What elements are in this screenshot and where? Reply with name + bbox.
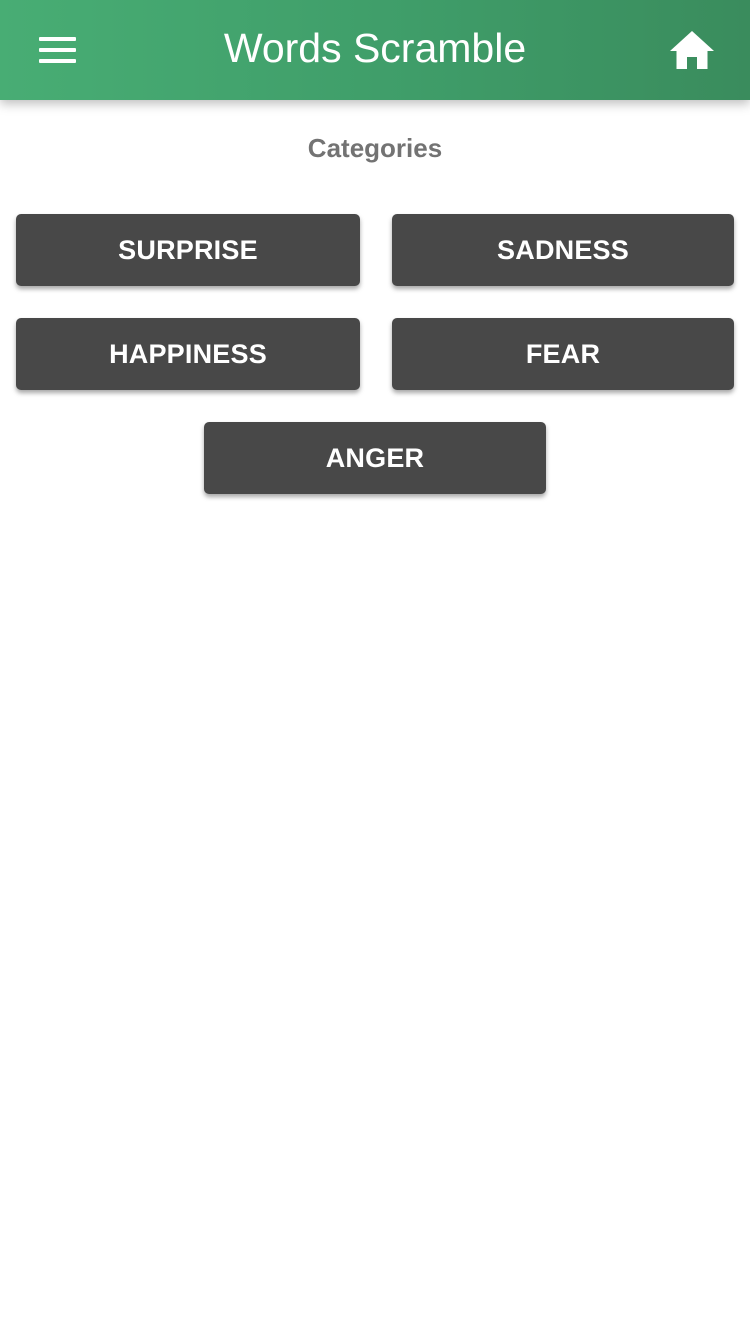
category-button-sadness[interactable]: SADNESS: [392, 214, 734, 286]
section-title: Categories: [307, 133, 443, 163]
menu-icon-line-1: [39, 37, 76, 41]
category-button-happiness[interactable]: HAPPINESS: [16, 318, 360, 390]
app-bar: Words Scramble: [0, 0, 750, 100]
menu-button[interactable]: [28, 28, 88, 72]
home-icon: [670, 31, 714, 69]
app-title: Words Scramble: [223, 25, 527, 71]
menu-icon-line-3: [39, 59, 76, 63]
home-button[interactable]: [666, 26, 718, 74]
menu-icon-line-2: [39, 48, 76, 52]
category-button-surprise[interactable]: SURPRISE: [16, 214, 360, 286]
category-button-anger[interactable]: ANGER: [204, 422, 546, 494]
category-button-fear[interactable]: FEAR: [392, 318, 734, 390]
